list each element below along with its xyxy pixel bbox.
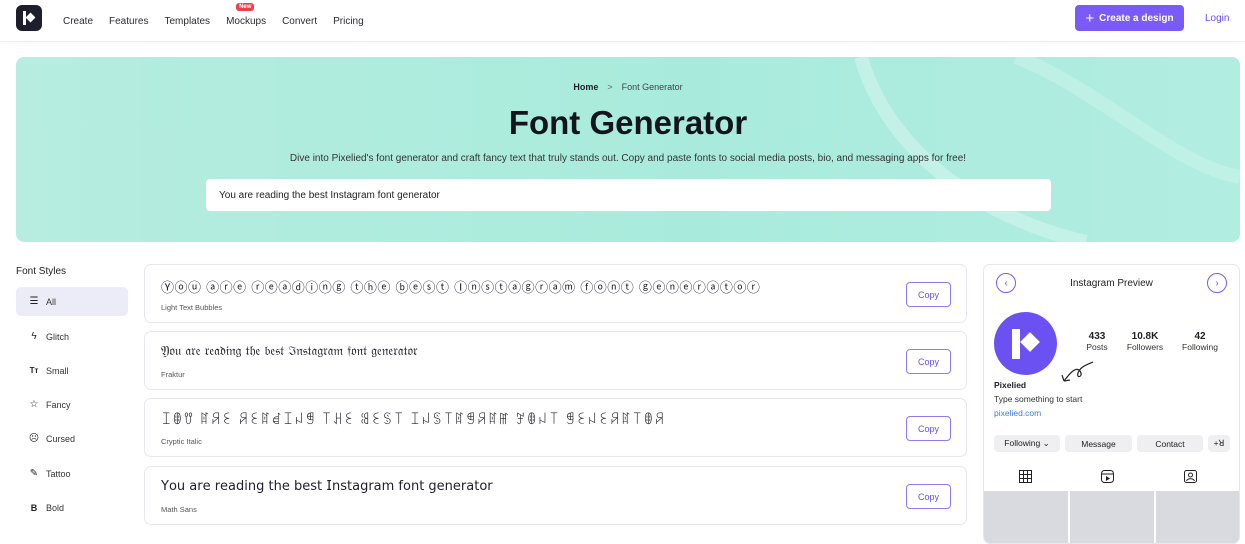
instagram-preview-panel: ‹ Instagram Preview › 433 Posts 10.8K Fo… <box>983 264 1240 544</box>
bold-icon: B <box>30 502 38 513</box>
stat-number: 42 <box>1194 331 1206 342</box>
stat-label: Posts <box>1086 342 1108 352</box>
logo-diamond <box>25 12 36 23</box>
face-icon: ☹ <box>28 433 40 444</box>
sidebar-item-cursed[interactable]: ☹ Cursed <box>16 424 128 453</box>
sidebar-item-small[interactable]: Tᴛ Small <box>16 356 128 385</box>
font-card: ꀤꂦꀎ ꍏꋪꏂ ꋪꏂꍏꀸꀤꈤꁅ ꓄ꃅꏂ ꌃꏂꌗ꓄ ꀤꈤꌗ꓄ꍏꁅꋪꍏꂵ ꎇꂦꈤ꓄ … <box>144 398 967 457</box>
nav-templates[interactable]: Templates <box>164 16 210 27</box>
font-style-name: Fraktur <box>161 370 185 379</box>
tagged-tab[interactable] <box>1182 468 1198 484</box>
text-input[interactable] <box>206 179 1051 211</box>
nav-mockups-label: Mockups <box>226 16 267 27</box>
sidebar-item-glitch[interactable]: ϟ Glitch <box>16 322 128 351</box>
breadcrumb-home[interactable]: Home <box>573 82 598 92</box>
nav-features[interactable]: Features <box>109 16 148 27</box>
sidebar-item-label: Tattoo <box>46 468 71 479</box>
stat-following: 42 Following <box>1175 331 1225 352</box>
copy-button[interactable]: Copy <box>906 484 951 509</box>
profile-name: Pixelied <box>994 380 1027 390</box>
font-card: Ⓨⓞⓤ ⓐⓡⓔ ⓡⓔⓐⓓⓘⓝⓖ ⓣⓗⓔ ⓑⓔⓢⓣ Ⓘⓝⓢⓣⓐⓖⓡⓐⓜ ⓕⓞⓝⓣ … <box>144 264 967 323</box>
font-sample-text: 𝖸𝗈𝗎 𝖺𝗋𝖾 𝗋𝖾𝖺𝖽𝗂𝗇𝗀 𝗍𝗁𝖾 𝖻𝖾𝗌𝗍 𝖨𝗇𝗌𝗍𝖺𝗀𝗋𝖺𝗆 𝖿𝗈𝗇𝗍 … <box>161 479 493 494</box>
sidebar-item-label: Cursed <box>46 433 76 444</box>
add-user-button[interactable]: +ꓤ <box>1208 435 1230 452</box>
plus-icon: + <box>1085 9 1095 27</box>
font-card: 𝔜𝔬𝔲 𝔞𝔯𝔢 𝔯𝔢𝔞𝔡𝔦𝔫𝔤 𝔱𝔥𝔢 𝔟𝔢𝔰𝔱 ℑ𝔫𝔰𝔱𝔞𝔤𝔯𝔞𝔪 𝔣𝔬𝔫𝔱 … <box>144 331 967 390</box>
post-thumbnail[interactable] <box>1156 491 1239 543</box>
sidebar-item-label: All <box>46 296 57 307</box>
font-sample-text: ꀤꂦꀎ ꍏꋪꏂ ꋪꏂꍏꀸꀤꈤꁅ ꓄ꃅꏂ ꌃꏂꌗ꓄ ꀤꈤꌗ꓄ꍏꁅꋪꍏꂵ ꎇꂦꈤ꓄ … <box>161 413 666 428</box>
text-size-icon: Tᴛ <box>29 366 39 375</box>
post-thumbnail[interactable] <box>1070 491 1154 543</box>
contact-button[interactable]: Contact <box>1137 435 1203 452</box>
sidebar-item-fancy[interactable]: ☆ Fancy <box>16 390 128 419</box>
font-style-name: Math Sans <box>161 505 197 514</box>
avatar-logo-diamond <box>1020 332 1040 352</box>
font-style-name: Light Text Bubbles <box>161 303 223 312</box>
stat-number: 433 <box>1088 331 1106 342</box>
breadcrumb: Home > Font Generator <box>16 82 1240 92</box>
tattoo-icon: ✎ <box>29 468 39 479</box>
nav-create[interactable]: Create <box>63 16 93 27</box>
profile-link[interactable]: pixelied.com <box>994 408 1041 418</box>
reels-tab[interactable] <box>1099 468 1115 484</box>
sidebar-item-label: Bold <box>46 502 65 513</box>
breadcrumb-current: Font Generator <box>621 82 683 92</box>
copy-button[interactable]: Copy <box>906 282 951 307</box>
font-styles-title: Font Styles <box>16 266 67 277</box>
font-style-name: Cryptic Italic <box>161 437 202 446</box>
grid-tab[interactable] <box>1017 468 1033 484</box>
stat-label: Followers <box>1126 342 1164 352</box>
login-link[interactable]: Login <box>1205 13 1229 24</box>
stat-followers: 10.8K Followers <box>1120 331 1170 352</box>
create-design-label: Create a design <box>1099 12 1174 24</box>
sidebar-item-label: Small <box>46 365 69 376</box>
sidebar-item-all[interactable]: ☰ All <box>16 287 128 316</box>
nav-pricing[interactable]: Pricing <box>333 16 364 27</box>
avatar <box>994 312 1057 375</box>
bolt-icon: ϟ <box>31 331 37 342</box>
sidebar-item-tattoo[interactable]: ✎ Tattoo <box>16 459 128 488</box>
pixelied-logo[interactable] <box>16 5 42 31</box>
breadcrumb-separator: > <box>607 82 613 92</box>
reels-icon <box>1100 469 1114 483</box>
font-sample-text: 𝔜𝔬𝔲 𝔞𝔯𝔢 𝔯𝔢𝔞𝔡𝔦𝔫𝔤 𝔱𝔥𝔢 𝔟𝔢𝔰𝔱 ℑ𝔫𝔰𝔱𝔞𝔤𝔯𝔞𝔪 𝔣𝔬𝔫𝔱 … <box>161 344 418 359</box>
hero-banner: Home > Font Generator Font Generator Dive … <box>16 57 1240 242</box>
avatar-logo-bar <box>1012 329 1020 359</box>
font-sample-text: Ⓨⓞⓤ ⓐⓡⓔ ⓡⓔⓐⓓⓘⓝⓖ ⓣⓗⓔ ⓑⓔⓢⓣ Ⓘⓝⓢⓣⓐⓖⓡⓐⓜ ⓕⓞⓝⓣ … <box>161 281 761 296</box>
nav-convert[interactable]: Convert <box>282 16 317 27</box>
post-thumbnail[interactable] <box>984 491 1068 543</box>
copy-button[interactable]: Copy <box>906 349 951 374</box>
chevron-right-icon: › <box>1215 277 1219 289</box>
instagram-preview-title: Instagram Preview <box>1070 278 1153 289</box>
stat-posts: 433 Posts <box>1072 331 1122 352</box>
grid-icon <box>1018 469 1032 483</box>
new-badge: New <box>236 3 255 11</box>
tagged-user-icon <box>1183 469 1197 483</box>
squiggle-arrow-icon <box>1061 361 1094 382</box>
create-design-button[interactable]: + Create a design <box>1075 5 1184 31</box>
next-arrow-button[interactable]: › <box>1207 273 1227 293</box>
sidebar-item-label: Glitch <box>46 331 70 342</box>
top-navbar: Create Features Templates New Mockups Co… <box>0 0 1245 42</box>
stat-label: Following <box>1182 342 1218 352</box>
stat-number: 10.8K <box>1131 331 1159 342</box>
copy-button[interactable]: Copy <box>906 416 951 441</box>
star-icon: ☆ <box>29 399 39 410</box>
nav-links: Create Features Templates New Mockups Co… <box>63 3 380 27</box>
sidebar-item-bold[interactable]: B Bold <box>16 493 128 522</box>
page-title: Font Generator <box>508 104 748 141</box>
font-card: 𝖸𝗈𝗎 𝖺𝗋𝖾 𝗋𝖾𝖺𝖽𝗂𝗇𝗀 𝗍𝗁𝖾 𝖻𝖾𝗌𝗍 𝖨𝗇𝗌𝗍𝖺𝗀𝗋𝖺𝗆 𝖿𝗈𝗇𝗍 … <box>144 466 967 525</box>
page-subtitle: Dive into Pixelied's font generator and … <box>289 153 967 164</box>
nav-mockups[interactable]: New Mockups <box>226 3 267 27</box>
profile-bio: Type something to start <box>994 394 1083 404</box>
message-button[interactable]: Message <box>1065 435 1132 452</box>
list-icon: ☰ <box>29 296 39 307</box>
following-button[interactable]: Following ⌄ <box>994 435 1060 452</box>
sidebar-item-label: Fancy <box>46 399 71 410</box>
